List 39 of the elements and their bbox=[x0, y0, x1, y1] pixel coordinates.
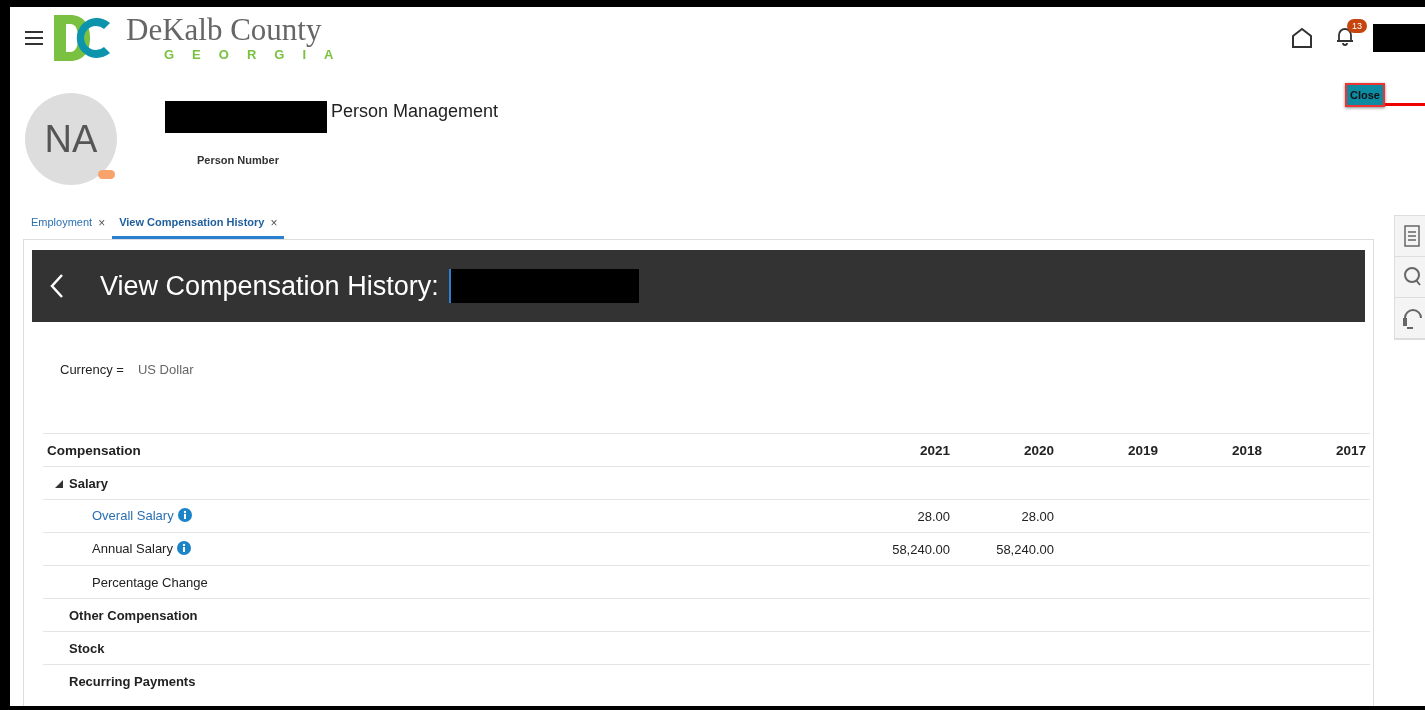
person-number-label: Person Number bbox=[197, 154, 280, 166]
home-icon[interactable] bbox=[1291, 27, 1313, 49]
table-cell: 58,240.00 bbox=[996, 541, 1054, 557]
column-header: 2021 bbox=[850, 433, 954, 467]
redaction-bar bbox=[1373, 24, 1425, 52]
avatar-initials: NA bbox=[44, 117, 98, 161]
row-label: Annual Salary bbox=[92, 540, 173, 556]
column-header: 2017 bbox=[1266, 433, 1370, 467]
tab[interactable]: View Compensation History × bbox=[112, 209, 285, 239]
info-icon[interactable] bbox=[176, 540, 191, 555]
logo-subtitle: GEORGIA bbox=[164, 47, 352, 62]
row-label: Percentage Change bbox=[92, 574, 208, 590]
back-icon[interactable] bbox=[50, 273, 64, 299]
group-label: Salary bbox=[69, 475, 109, 491]
close-tab-icon[interactable]: × bbox=[98, 216, 106, 236]
page-title: View Compensation History: bbox=[100, 270, 439, 302]
group-label: Stock bbox=[69, 640, 105, 656]
column-header: Compensation bbox=[43, 433, 850, 467]
logo-title: DeKalb County bbox=[126, 14, 323, 45]
page-heading: Person Management bbox=[331, 101, 499, 122]
collapse-icon[interactable] bbox=[55, 479, 63, 488]
logo-icon bbox=[52, 13, 112, 63]
currency-value: US Dollar bbox=[137, 362, 194, 377]
table-cell: 58,240.00 bbox=[892, 541, 950, 557]
close-tab-icon[interactable]: × bbox=[270, 216, 278, 236]
column-header: 2020 bbox=[954, 433, 1058, 467]
close-button[interactable]: Close bbox=[1345, 83, 1385, 107]
row-link[interactable]: Overall Salary bbox=[92, 507, 174, 523]
group-label: Other Compensation bbox=[69, 607, 198, 623]
table-cell: 28.00 bbox=[1021, 508, 1054, 524]
notification-badge: 13 bbox=[1347, 19, 1367, 33]
currency-label: Currency = bbox=[60, 362, 124, 377]
column-header: 2019 bbox=[1058, 433, 1162, 467]
info-icon[interactable] bbox=[177, 507, 192, 522]
table-cell: 28.00 bbox=[917, 508, 950, 524]
group-label: Recurring Payments bbox=[69, 673, 196, 689]
tab[interactable]: Employment × bbox=[24, 209, 113, 239]
menu-icon[interactable] bbox=[24, 30, 44, 46]
column-header: 2018 bbox=[1162, 433, 1266, 467]
